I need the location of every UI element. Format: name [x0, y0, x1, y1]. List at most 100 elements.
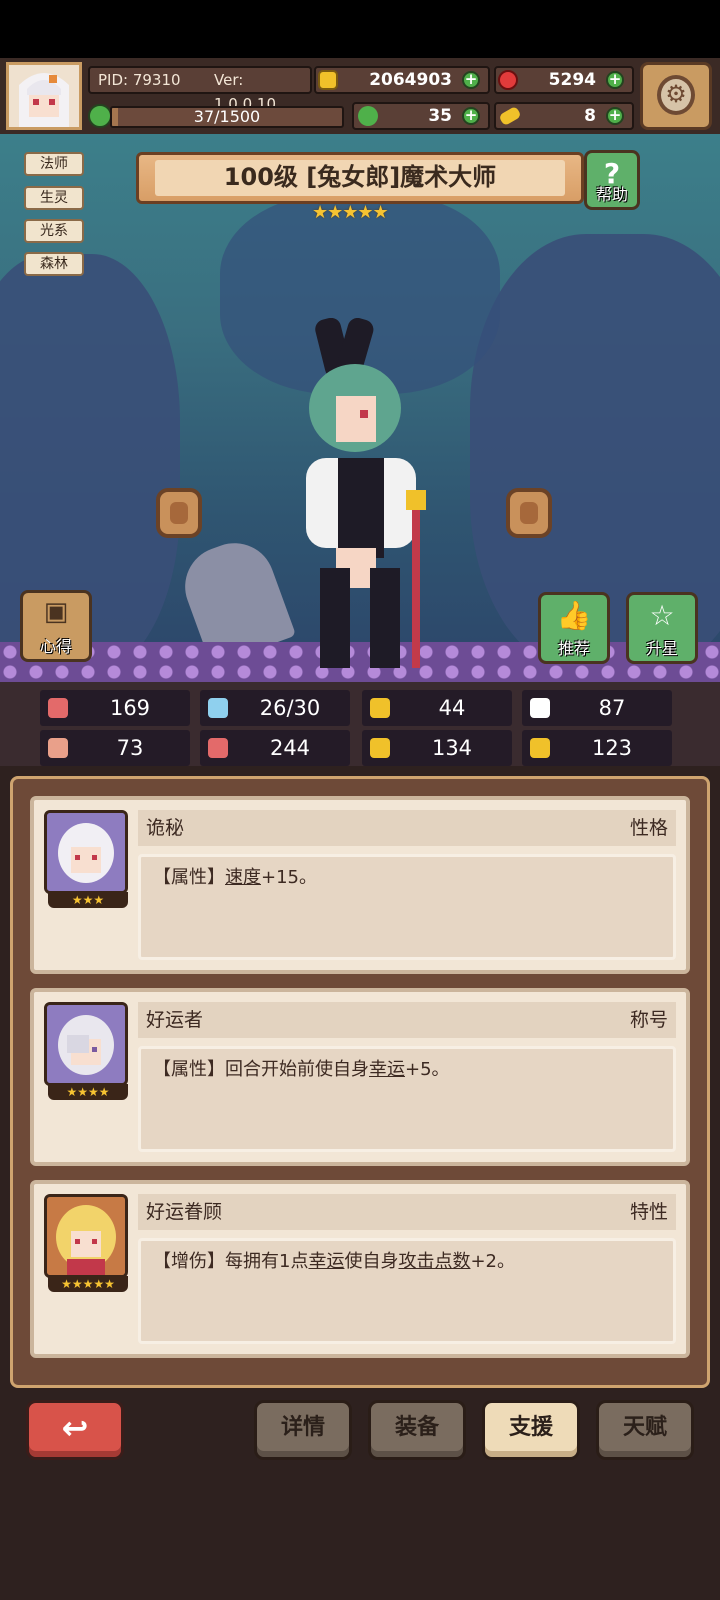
- desc-keyword[interactable]: 幸运: [308, 1251, 344, 1272]
- card-portrait: [44, 1002, 128, 1086]
- status-bar: [0, 0, 720, 58]
- gold-counter: 2064903 +: [314, 66, 490, 94]
- desc-keyword[interactable]: 攻击点数: [398, 1251, 470, 1272]
- tag-class[interactable]: 法师: [24, 152, 84, 176]
- back-arrow-icon: ↩: [61, 1409, 89, 1447]
- desc-text: +15。: [261, 867, 317, 888]
- card-stars: ★★★★★: [48, 1276, 128, 1292]
- card-name: 好运眷顾: [146, 1201, 223, 1223]
- desc-text: +2。: [470, 1251, 515, 1272]
- stat-value: 26/30: [259, 696, 321, 720]
- star-up-button[interactable]: ☆ 升星: [626, 592, 698, 664]
- clover-energy-icon: [88, 104, 112, 128]
- notes-label: 心得: [39, 637, 72, 656]
- boot-icon: [370, 738, 390, 758]
- gem-value: 5294: [548, 70, 596, 90]
- trait-card-feature[interactable]: ★★★★★ 好运眷顾 特性 【增伤】每拥有1点幸运使自身攻击点数+2。: [30, 1180, 690, 1358]
- wing-icon: [530, 698, 550, 718]
- stat-value: 87: [598, 696, 626, 720]
- card-type: 性格: [629, 817, 668, 839]
- clover-value: 35: [428, 106, 452, 126]
- shield-icon: [370, 698, 390, 718]
- card-name: 好运者: [146, 1009, 204, 1031]
- star-up-label: 升星: [645, 639, 678, 658]
- trait-card-personality[interactable]: ★★★ 诡秘 性格 【属性】速度+15。: [30, 796, 690, 974]
- stat-speed: 87: [522, 690, 672, 726]
- gem-counter: 5294 +: [494, 66, 634, 94]
- card-description: 【属性】速度+15。: [138, 854, 676, 960]
- help-label: 帮助: [595, 185, 628, 204]
- stat-luck: 123: [522, 730, 672, 766]
- portrait-icon: [47, 813, 125, 891]
- energy-value: 37/1500: [193, 107, 261, 126]
- key-counter: 8 +: [494, 102, 634, 130]
- left-rune-coin: [156, 488, 202, 538]
- stat-value: 134: [431, 736, 473, 760]
- card-header: 好运者 称号: [138, 1002, 676, 1038]
- thumbs-up-icon: 👍: [556, 599, 592, 632]
- tab-equipment[interactable]: 装备: [368, 1400, 466, 1460]
- trait-card-title[interactable]: ★★★★ 好运者 称号 【属性】回合开始前使自身幸运+5。: [30, 988, 690, 1166]
- right-rune-coin: [506, 488, 552, 538]
- star-icon: ☆: [649, 599, 675, 632]
- desc-text: 【增伤】每拥有1点: [153, 1251, 309, 1272]
- hero-title: 100级 [兔女郎]魔术大师: [223, 163, 497, 191]
- portrait-icon: [47, 1197, 125, 1275]
- water-drop-icon: [208, 698, 228, 718]
- tab-details[interactable]: 详情: [254, 1400, 352, 1460]
- settings-button[interactable]: ⚙: [640, 62, 712, 130]
- desc-text: +5。: [405, 1059, 450, 1080]
- stat-value: 123: [591, 736, 633, 760]
- avatar-portrait-icon: [9, 65, 79, 127]
- energy-bar: 37/1500: [110, 106, 344, 128]
- notes-button[interactable]: ▣ 心得: [20, 590, 92, 662]
- card-type: 称号: [629, 1009, 668, 1031]
- card-portrait: [44, 810, 128, 894]
- back-button[interactable]: ↩: [26, 1400, 124, 1460]
- tag-element[interactable]: 光系: [24, 219, 84, 243]
- fist-icon: [48, 738, 68, 758]
- book-icon: [208, 738, 228, 758]
- pid-label: PID: 79310: [98, 71, 181, 89]
- gear-icon: ⚙: [657, 75, 695, 115]
- help-button[interactable]: ? 帮助: [584, 150, 640, 210]
- add-gem-button[interactable]: +: [606, 71, 624, 89]
- add-key-button[interactable]: +: [606, 107, 624, 125]
- stat-magic: 244: [200, 730, 350, 766]
- recommend-label: 推荐: [557, 639, 590, 658]
- stat-attack: 73: [40, 730, 190, 766]
- desc-text: 【属性】: [153, 867, 225, 888]
- stat-defense: 44: [362, 690, 512, 726]
- card-stars: ★★★: [48, 892, 128, 908]
- hero-sprite: [306, 318, 426, 668]
- card-stars: ★★★★: [48, 1084, 128, 1100]
- tab-support[interactable]: 支援: [482, 1400, 580, 1460]
- card-description: 【增伤】每拥有1点幸运使自身攻击点数+2。: [138, 1238, 676, 1344]
- gold-coin-icon: [318, 70, 338, 90]
- red-gem-icon: [498, 70, 518, 90]
- tag-race[interactable]: 生灵: [24, 186, 84, 210]
- add-clover-button[interactable]: +: [462, 107, 480, 125]
- stat-value: 73: [116, 736, 144, 760]
- card-header: 诡秘 性格: [138, 810, 676, 846]
- hero-star-rating: ★★★★★: [312, 202, 389, 223]
- desc-keyword[interactable]: 速度: [225, 867, 261, 888]
- clover-icon: [358, 106, 378, 126]
- horseshoe-icon: [530, 738, 550, 758]
- stats-panel: 169 26/30 44 87 73 244 134 123: [0, 682, 720, 766]
- recommend-button[interactable]: 👍 推荐: [538, 592, 610, 664]
- gold-value: 2064903: [369, 70, 452, 90]
- tag-terrain[interactable]: 森林: [24, 252, 84, 276]
- player-avatar[interactable]: [6, 62, 82, 130]
- key-value: 8: [584, 106, 596, 126]
- hero-title-banner: 100级 [兔女郎]魔术大师: [136, 152, 584, 204]
- desc-keyword[interactable]: 幸运: [369, 1059, 405, 1080]
- card-description: 【属性】回合开始前使自身幸运+5。: [138, 1046, 676, 1152]
- card-portrait: [44, 1194, 128, 1278]
- tab-talent[interactable]: 天赋: [596, 1400, 694, 1460]
- desc-text: 【属性】回合开始前使自身: [153, 1059, 369, 1080]
- card-type: 特性: [629, 1201, 668, 1223]
- stat-mana: 26/30: [200, 690, 350, 726]
- clover-counter: 35 +: [352, 102, 490, 130]
- add-gold-button[interactable]: +: [462, 71, 480, 89]
